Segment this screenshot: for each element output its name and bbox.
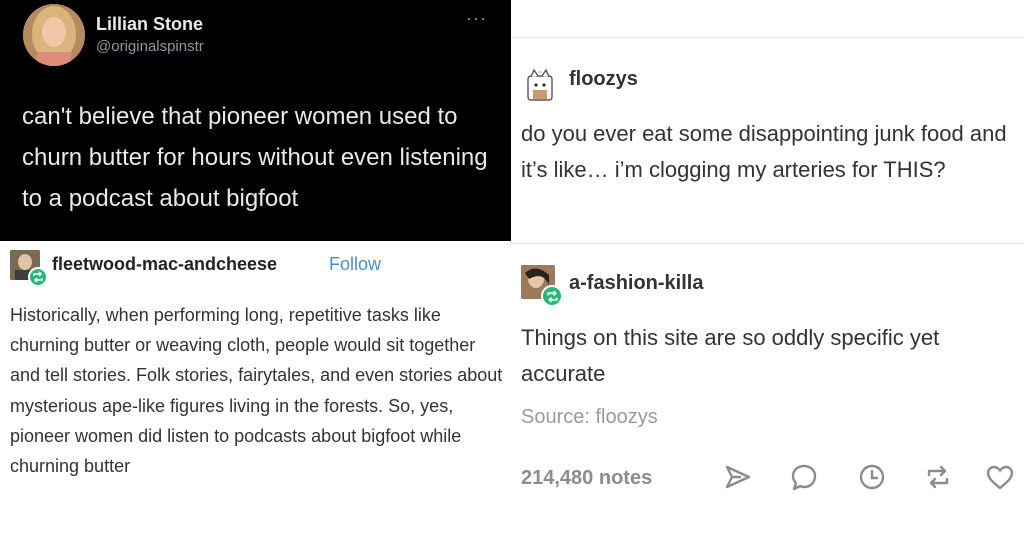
op-post-text: do you ever eat some disappointing junk … — [521, 121, 1007, 182]
source-link[interactable]: Source: floozys — [521, 406, 658, 429]
notes-count[interactable]: 214,480 notes — [521, 467, 652, 490]
reblog-badge-icon — [28, 267, 48, 287]
clock-icon[interactable] — [857, 462, 887, 492]
more-options-icon[interactable]: ··· — [466, 8, 487, 29]
tumblr-post-reblog: fleetwood-mac-andcheese Follow Historica… — [0, 241, 511, 536]
send-icon[interactable] — [723, 462, 753, 492]
reblog-badge-icon — [541, 285, 563, 307]
reblog-icon[interactable] — [923, 462, 953, 492]
op-avatar[interactable]: ~ — [523, 64, 557, 102]
reblogger-avatar[interactable] — [10, 250, 48, 287]
post-username[interactable]: fleetwood-mac-andcheese — [52, 254, 277, 275]
reblogger-username[interactable]: a-fashion-killa — [569, 272, 703, 295]
post-body-text: Historically, when performing long, repe… — [10, 305, 503, 477]
divider — [511, 243, 1024, 244]
reblog-comment-text: Things on this site are so oddly specifi… — [521, 325, 940, 386]
heart-icon[interactable] — [985, 462, 1015, 492]
divider — [511, 37, 1024, 38]
svg-text:~: ~ — [538, 70, 542, 76]
tweet-card: Lillian Stone @originalspinstr ··· can't… — [0, 0, 511, 241]
reblogger-avatar[interactable] — [521, 265, 563, 307]
op-username[interactable]: floozys — [569, 68, 638, 91]
tweet-text: can't believe that pioneer women used to… — [22, 103, 488, 212]
tweet-author-name[interactable]: Lillian Stone — [96, 14, 203, 35]
follow-button[interactable]: Follow — [329, 254, 381, 275]
tweet-avatar[interactable] — [23, 4, 85, 66]
reply-bubble-icon[interactable] — [789, 462, 819, 492]
tumblr-post-thread: ~ floozys do you ever eat some disappoin… — [511, 0, 1024, 536]
tweet-author-handle[interactable]: @originalspinstr — [96, 38, 204, 55]
